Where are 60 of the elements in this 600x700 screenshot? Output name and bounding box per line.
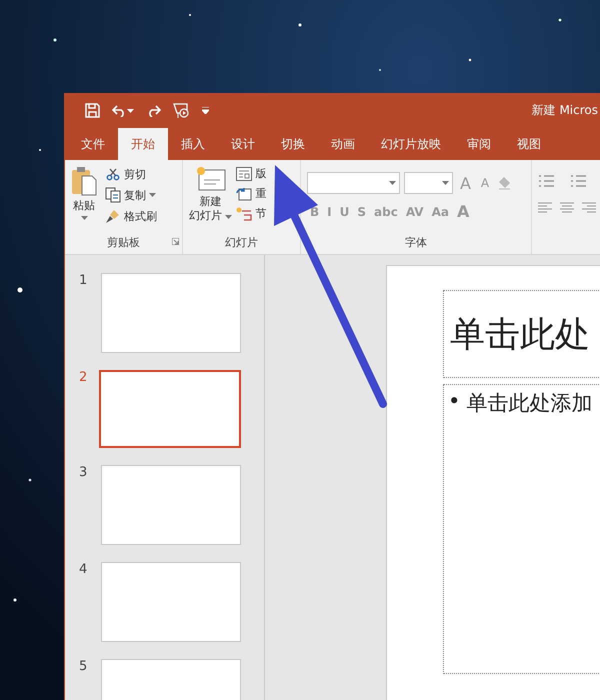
layout-icon: [236, 166, 252, 180]
layout-button[interactable]: 版: [236, 166, 266, 181]
ribbon-tab[interactable]: 开始: [118, 128, 168, 160]
launcher-icon: [172, 238, 179, 245]
undo-icon: [112, 104, 127, 117]
ribbon-tab[interactable]: 切换: [268, 128, 318, 160]
clipboard-icon: [71, 166, 97, 196]
title-placeholder[interactable]: 单击此处: [443, 290, 600, 378]
redo-icon: [146, 104, 161, 117]
body-text: 单击此处添加: [466, 390, 592, 417]
slide-thumbnail[interactable]: [99, 370, 241, 448]
ribbon-tab[interactable]: 动画: [318, 128, 368, 160]
align-right-icon: [582, 202, 596, 214]
slide-number: 3: [79, 465, 87, 480]
cut-button[interactable]: 剪切: [105, 166, 157, 182]
caret-icon: [442, 181, 449, 185]
copy-icon: [105, 187, 121, 203]
ribbon-tab[interactable]: 幻灯片放映: [368, 128, 454, 160]
bullet: •: [448, 389, 460, 415]
slide-number: 1: [79, 273, 87, 288]
presentation-icon: [173, 102, 190, 118]
slide-number: 2: [79, 370, 87, 385]
caret-icon: [149, 193, 156, 197]
group-label: 剪贴板: [106, 235, 141, 251]
reset-button[interactable]: 重: [236, 186, 266, 201]
ribbon-tab[interactable]: 插入: [168, 128, 218, 160]
new-slide-button[interactable]: 新建 幻灯片: [188, 166, 232, 234]
caret-icon: [388, 181, 396, 185]
copy-button[interactable]: 复制: [105, 187, 157, 203]
caret-icon: [225, 215, 232, 219]
caret-icon: [127, 108, 134, 112]
ribbon-tab[interactable]: 视图: [504, 128, 554, 160]
brush-icon: [105, 208, 121, 224]
ribbon-tab[interactable]: 文件: [68, 128, 118, 160]
caret-icon: [80, 216, 88, 220]
section-icon: [236, 206, 252, 220]
slide-thumbnail[interactable]: [101, 465, 241, 545]
body-placeholder[interactable]: • 单击此处添加: [443, 384, 600, 674]
format-painter-button[interactable]: 格式刷: [105, 208, 157, 224]
section-button[interactable]: 节: [236, 206, 266, 221]
scissors-icon: [105, 166, 121, 182]
customize-icon: [202, 107, 209, 114]
slide-thumbnail[interactable]: [101, 562, 241, 642]
group-label: 字体: [404, 235, 428, 251]
font-size-field[interactable]: [404, 172, 453, 194]
slide-number: 5: [79, 659, 87, 674]
slide-thumbnail[interactable]: [101, 273, 241, 353]
eraser-icon: [496, 175, 512, 191]
paste-button[interactable]: 粘贴: [71, 166, 97, 234]
reset-icon: [236, 186, 252, 200]
ribbon-tab[interactable]: 审阅: [454, 128, 504, 160]
align-center-icon: [560, 202, 574, 214]
font-name-field[interactable]: [306, 172, 400, 194]
ribbon-tab[interactable]: 设计: [218, 128, 268, 160]
save-icon: [85, 103, 100, 118]
slide-number: 4: [79, 562, 87, 577]
new-slide-icon: [196, 166, 226, 192]
group-label: 幻灯片: [224, 235, 259, 251]
window-title: 新建 Micros: [530, 102, 598, 119]
align-left-icon: [538, 202, 552, 214]
